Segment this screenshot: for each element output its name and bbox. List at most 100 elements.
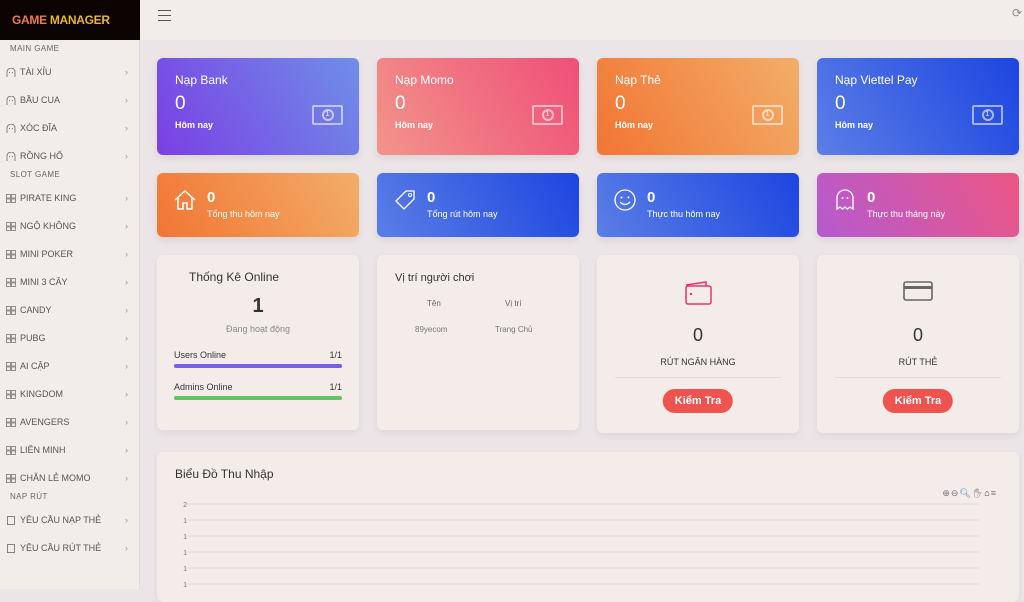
divider: [615, 377, 781, 378]
check-button[interactable]: Kiểm Tra: [882, 389, 954, 413]
sidebar-item-label: AI CẬP: [20, 361, 50, 371]
card-value: 0: [835, 93, 846, 114]
withdraw-label: RÚT THẺ: [898, 357, 938, 367]
sidebar-item-label: RỒNG HỔ: [20, 151, 64, 161]
app-logo[interactable]: GAME MANAGER: [0, 0, 140, 40]
y-tick-label: 2: [183, 502, 187, 509]
online-count: 1: [252, 295, 264, 317]
grid-icon: [6, 333, 20, 343]
y-tick-label: 1: [183, 550, 187, 557]
online-row-value: 1/1: [329, 350, 342, 360]
sidebar-item[interactable]: KINGDOM ›: [0, 382, 140, 406]
card-value: 0: [615, 93, 626, 114]
money-bill-icon: 1: [752, 105, 783, 125]
ghost-icon: [836, 189, 854, 211]
sidebar-item[interactable]: YÊU CẦU RÚT THẺ ›: [0, 536, 140, 560]
sidebar-item[interactable]: YÊU CẦU NẠP THẺ ›: [0, 508, 140, 532]
sidebar-item-label: LIÊN MINH: [20, 445, 66, 455]
grid-icon: [6, 277, 20, 287]
chevron-right-icon: ›: [125, 221, 128, 231]
online-row: Users Online 1/1: [174, 350, 342, 368]
sidebar-item-label: TÀI XỈU: [20, 67, 52, 77]
chevron-right-icon: ›: [125, 151, 128, 161]
money-bill-icon: 1: [312, 105, 343, 125]
sidebar-item[interactable]: PIRATE KING ›: [0, 186, 140, 210]
sidebar-item-label: MINI POKER: [20, 249, 74, 259]
chevron-right-icon: ›: [125, 333, 128, 343]
ghost-icon: [6, 95, 20, 105]
sidebar-item[interactable]: CHẴN LẺ MOMO ›: [0, 466, 140, 490]
sidebar-item[interactable]: AI CẬP ›: [0, 354, 140, 378]
column-header-name: Tên: [427, 299, 441, 308]
chevron-right-icon: ›: [125, 515, 128, 525]
menu-toggle-icon[interactable]: [158, 10, 171, 21]
smile-icon: [614, 189, 636, 211]
grid-icon: [6, 249, 20, 259]
ghost-icon: [6, 123, 20, 133]
withdraw-value: 0: [912, 325, 923, 345]
sidebar-item[interactable]: RỒNG HỔ ›: [0, 144, 140, 168]
sidebar-item-label: AVENGERS: [20, 417, 70, 427]
check-button[interactable]: Kiểm Tra: [662, 389, 734, 413]
player-name-cell: 89yecom: [415, 325, 448, 334]
sidebar-item[interactable]: AVENGERS ›: [0, 410, 140, 434]
withdraw-card: 0 RÚT THẺ Kiểm Tra: [817, 255, 1019, 433]
chevron-right-icon: ›: [125, 473, 128, 483]
divider: [835, 377, 1001, 378]
chevron-right-icon: ›: [125, 277, 128, 287]
sidebar-item-label: PIRATE KING: [20, 193, 77, 203]
progress-bar: [174, 396, 342, 400]
card-title: Nạp Thẻ: [615, 73, 661, 87]
sidebar-item[interactable]: CANDY ›: [0, 298, 140, 322]
summary-card: 0 Thực thu hôm nay: [597, 173, 799, 237]
sidebar-item[interactable]: PUBG ›: [0, 326, 140, 350]
sidebar-section-title: NẠP RÚT: [10, 492, 48, 501]
sidebar-item[interactable]: XÓC ĐĨA ›: [0, 116, 140, 140]
players-title: Vị trí người chơi: [395, 272, 475, 284]
sidebar-item[interactable]: BẦU CUA ›: [0, 88, 140, 112]
sidebar-section-title: MAIN GAME: [10, 44, 60, 53]
card-title: Nạp Viettel Pay: [835, 73, 918, 87]
card-subtitle: Hôm nay: [615, 120, 654, 130]
sidebar-section-title: SLOT GAME: [10, 170, 61, 179]
card-title: Nạp Momo: [395, 73, 454, 87]
card-value: 0: [427, 189, 436, 206]
chevron-right-icon: ›: [125, 123, 128, 133]
withdraw-value: 0: [692, 325, 703, 345]
y-tick-label: 1: [183, 566, 187, 573]
chevron-right-icon: ›: [125, 67, 128, 77]
chevron-right-icon: ›: [125, 249, 128, 259]
player-location-card: Vị trí người chơi Tên Vị trí 89yecom Tra…: [377, 255, 579, 430]
grid-icon: [6, 445, 20, 455]
credit-card-icon: [817, 280, 1019, 307]
sidebar-item[interactable]: TÀI XỈU ›: [0, 60, 140, 84]
wallet-icon: [597, 280, 799, 311]
sidebar-item-label: CANDY: [20, 305, 52, 315]
card-subtitle: Hôm nay: [835, 120, 874, 130]
chevron-right-icon: ›: [125, 543, 128, 553]
sidebar-item-label: YÊU CẦU RÚT THẺ: [20, 543, 102, 553]
sidebar-item-label: BẦU CUA: [20, 95, 61, 105]
deposit-card: Nạp Viettel Pay 0 Hôm nay 1: [817, 58, 1019, 155]
card-value: 0: [207, 189, 216, 206]
card-value: 0: [395, 93, 406, 114]
online-row-label: Users Online: [174, 350, 227, 360]
sidebar-item[interactable]: MINI POKER ›: [0, 242, 140, 266]
grid-icon: [6, 473, 20, 483]
grid-icon: [6, 361, 20, 371]
chevron-right-icon: ›: [125, 389, 128, 399]
chevron-right-icon: ›: [125, 445, 128, 455]
online-stats-card: Thống Kê Online 1 Đang hoạt động Users O…: [157, 255, 359, 430]
chevron-right-icon: ›: [125, 361, 128, 371]
sidebar-item-label: KINGDOM: [20, 389, 64, 399]
card-value: 0: [867, 189, 876, 206]
sidebar-item[interactable]: NGỘ KHÔNG ›: [0, 214, 140, 238]
chevron-right-icon: ›: [125, 193, 128, 203]
sidebar-item[interactable]: MINI 3 CÂY ›: [0, 270, 140, 294]
sidebar-item[interactable]: LIÊN MINH ›: [0, 438, 140, 462]
card-subtitle: Hôm nay: [395, 120, 434, 130]
y-tick-label: 1: [183, 582, 187, 589]
sidebar-item-label: YÊU CẦU NẠP THẺ: [20, 515, 102, 525]
y-tick-label: 1: [183, 518, 187, 525]
refresh-icon[interactable]: ⟳: [1012, 6, 1022, 20]
